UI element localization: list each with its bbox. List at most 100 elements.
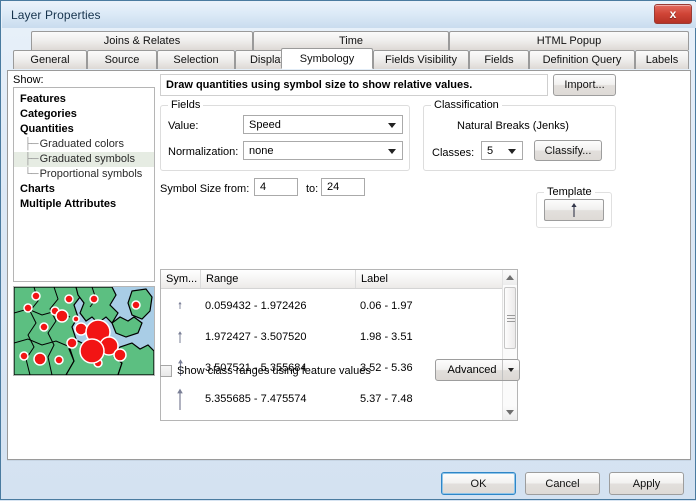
close-icon[interactable]: x [654, 4, 692, 24]
ok-button[interactable]: OK [441, 472, 516, 495]
chevron-up-icon [506, 275, 514, 280]
classify-button[interactable]: Classify... [534, 140, 602, 161]
tab-fields[interactable]: Fields [469, 50, 529, 69]
row-range: 0.059432 - 1.972426 [205, 299, 307, 312]
show-item-label: Quantities [20, 123, 74, 135]
show-class-ranges-label: Show class ranges using feature values [177, 365, 371, 377]
scrollbar-thumb[interactable] [504, 287, 516, 349]
show-item-label: Graduated colors [39, 138, 124, 150]
normalization-combo[interactable]: none [243, 141, 403, 160]
tab-selection[interactable]: Selection [157, 50, 235, 69]
show-item-label: Features [20, 93, 66, 105]
symbology-panel: Show: Features Categories Quantities ├─ G… [7, 70, 691, 460]
show-item-multiple-attributes[interactable]: Multiple Attributes [14, 197, 154, 212]
template-group-title: Template [544, 186, 595, 198]
show-item-label: Categories [20, 108, 77, 120]
description-bar: Draw quantities using symbol size to sho… [160, 74, 548, 96]
arrow-symbol-icon [178, 330, 182, 343]
tab-general[interactable]: General [13, 50, 87, 69]
normalization-label: Normalization: [168, 146, 239, 158]
tab-strip: Joins & Relates Time HTML Popup General … [7, 31, 691, 71]
row-range: 5.355685 - 7.475574 [205, 392, 307, 405]
row-symbol[interactable] [161, 383, 199, 414]
row-symbol[interactable] [161, 321, 199, 352]
arrow-symbol-icon [177, 388, 183, 410]
table-row[interactable]: 5.355685 - 7.475574 5.37 - 7.48 [161, 383, 503, 414]
symbol-size-from-input[interactable]: 4 [254, 178, 298, 196]
classes-table[interactable]: Sym... Range Label 0.059432 - 1.972426 0… [160, 269, 518, 421]
show-item-categories[interactable]: Categories [14, 107, 154, 122]
tab-fields-visibility[interactable]: Fields Visibility [373, 50, 469, 69]
map-preview-svg [14, 287, 154, 375]
map-preview-thumbnail [13, 286, 155, 376]
row-label: 5.37 - 7.48 [360, 392, 413, 405]
show-item-proportional-symbols[interactable]: └─ Proportional symbols [14, 167, 154, 182]
show-item-quantities[interactable]: Quantities [14, 122, 154, 137]
import-button[interactable]: Import... [553, 74, 616, 96]
column-header-symbol[interactable]: Sym... [161, 270, 201, 288]
classification-group: Classification [423, 99, 616, 171]
classes-label: Classes: [432, 147, 475, 159]
table-row[interactable]: 1.972427 - 3.507520 1.98 - 3.51 [161, 321, 503, 352]
column-header-range[interactable]: Range [201, 270, 356, 288]
column-header-label[interactable]: Label [356, 270, 504, 288]
show-item-label: Graduated symbols [39, 153, 135, 165]
tab-html-popup[interactable]: HTML Popup [449, 31, 689, 50]
title-bar: Layer Properties x [2, 2, 696, 28]
classification-method: Natural Breaks (Jenks) [457, 120, 569, 132]
cancel-button[interactable]: Cancel [525, 472, 600, 495]
show-item-label: Charts [20, 183, 55, 195]
layer-properties-dialog: Layer Properties x Joins & Relates Time … [0, 0, 696, 500]
row-label: 0.06 - 1.97 [360, 299, 413, 312]
template-symbol-button[interactable] [544, 199, 604, 221]
show-item-label: Multiple Attributes [20, 198, 117, 210]
table-header: Sym... Range Label [161, 270, 517, 289]
normalization-combo-text: none [249, 144, 274, 157]
show-list[interactable]: Features Categories Quantities ├─ Graduat… [13, 87, 155, 282]
chevron-down-icon [388, 122, 396, 128]
table-row[interactable]: 0.059432 - 1.972426 0.06 - 1.97 [161, 290, 503, 321]
chevron-down-icon [388, 148, 396, 154]
advanced-button[interactable]: Advanced [435, 359, 520, 381]
scrollbar-grip-icon [507, 315, 515, 322]
show-item-charts[interactable]: Charts [14, 182, 154, 197]
table-vertical-scrollbar[interactable] [502, 270, 517, 420]
tab-definition-query[interactable]: Definition Query [529, 50, 635, 69]
tab-labels[interactable]: Labels [635, 50, 689, 69]
tab-source[interactable]: Source [87, 50, 157, 69]
advanced-button-label: Advanced [447, 364, 497, 376]
row-label: 1.98 - 3.51 [360, 330, 413, 343]
symbol-size-from-label: Symbol Size from: [160, 183, 250, 195]
fields-group-title: Fields [168, 99, 204, 111]
value-combo-text: Speed [249, 118, 281, 131]
tree-line-icon: └─ [24, 168, 39, 180]
show-item-features[interactable]: Features [14, 92, 154, 107]
classes-combo[interactable]: 5 [481, 141, 523, 160]
show-item-graduated-symbols[interactable]: ├─ Graduated symbols [14, 152, 154, 167]
footer-bar: OK Cancel Apply [1, 463, 696, 501]
window-title: Layer Properties [11, 8, 101, 22]
value-label: Value: [168, 120, 199, 132]
row-symbol[interactable] [161, 290, 199, 321]
show-item-graduated-colors[interactable]: ├─ Graduated colors [14, 137, 154, 152]
classes-combo-text: 5 [487, 144, 494, 157]
tree-line-icon: ├─ [24, 138, 39, 150]
scroll-down-button[interactable] [503, 405, 517, 420]
footer-divider [7, 460, 691, 461]
arrow-symbol-icon [178, 301, 182, 309]
tree-line-icon: ├─ [24, 153, 39, 165]
tab-joins-relates[interactable]: Joins & Relates [31, 31, 253, 50]
apply-button[interactable]: Apply [609, 472, 684, 495]
chevron-down-icon [506, 410, 514, 415]
symbol-size-to-value: 24 [327, 181, 340, 193]
chevron-down-icon[interactable] [503, 368, 519, 372]
show-label: Show: [13, 74, 44, 86]
scroll-up-button[interactable] [503, 270, 517, 285]
show-item-label: Proportional symbols [39, 168, 143, 180]
tab-symbology[interactable]: Symbology [281, 48, 373, 69]
classification-group-title: Classification [431, 99, 502, 111]
symbol-size-to-input[interactable]: 24 [321, 178, 365, 196]
chevron-down-icon [508, 148, 516, 154]
value-combo[interactable]: Speed [243, 115, 403, 134]
show-class-ranges-checkbox[interactable] [160, 365, 172, 377]
